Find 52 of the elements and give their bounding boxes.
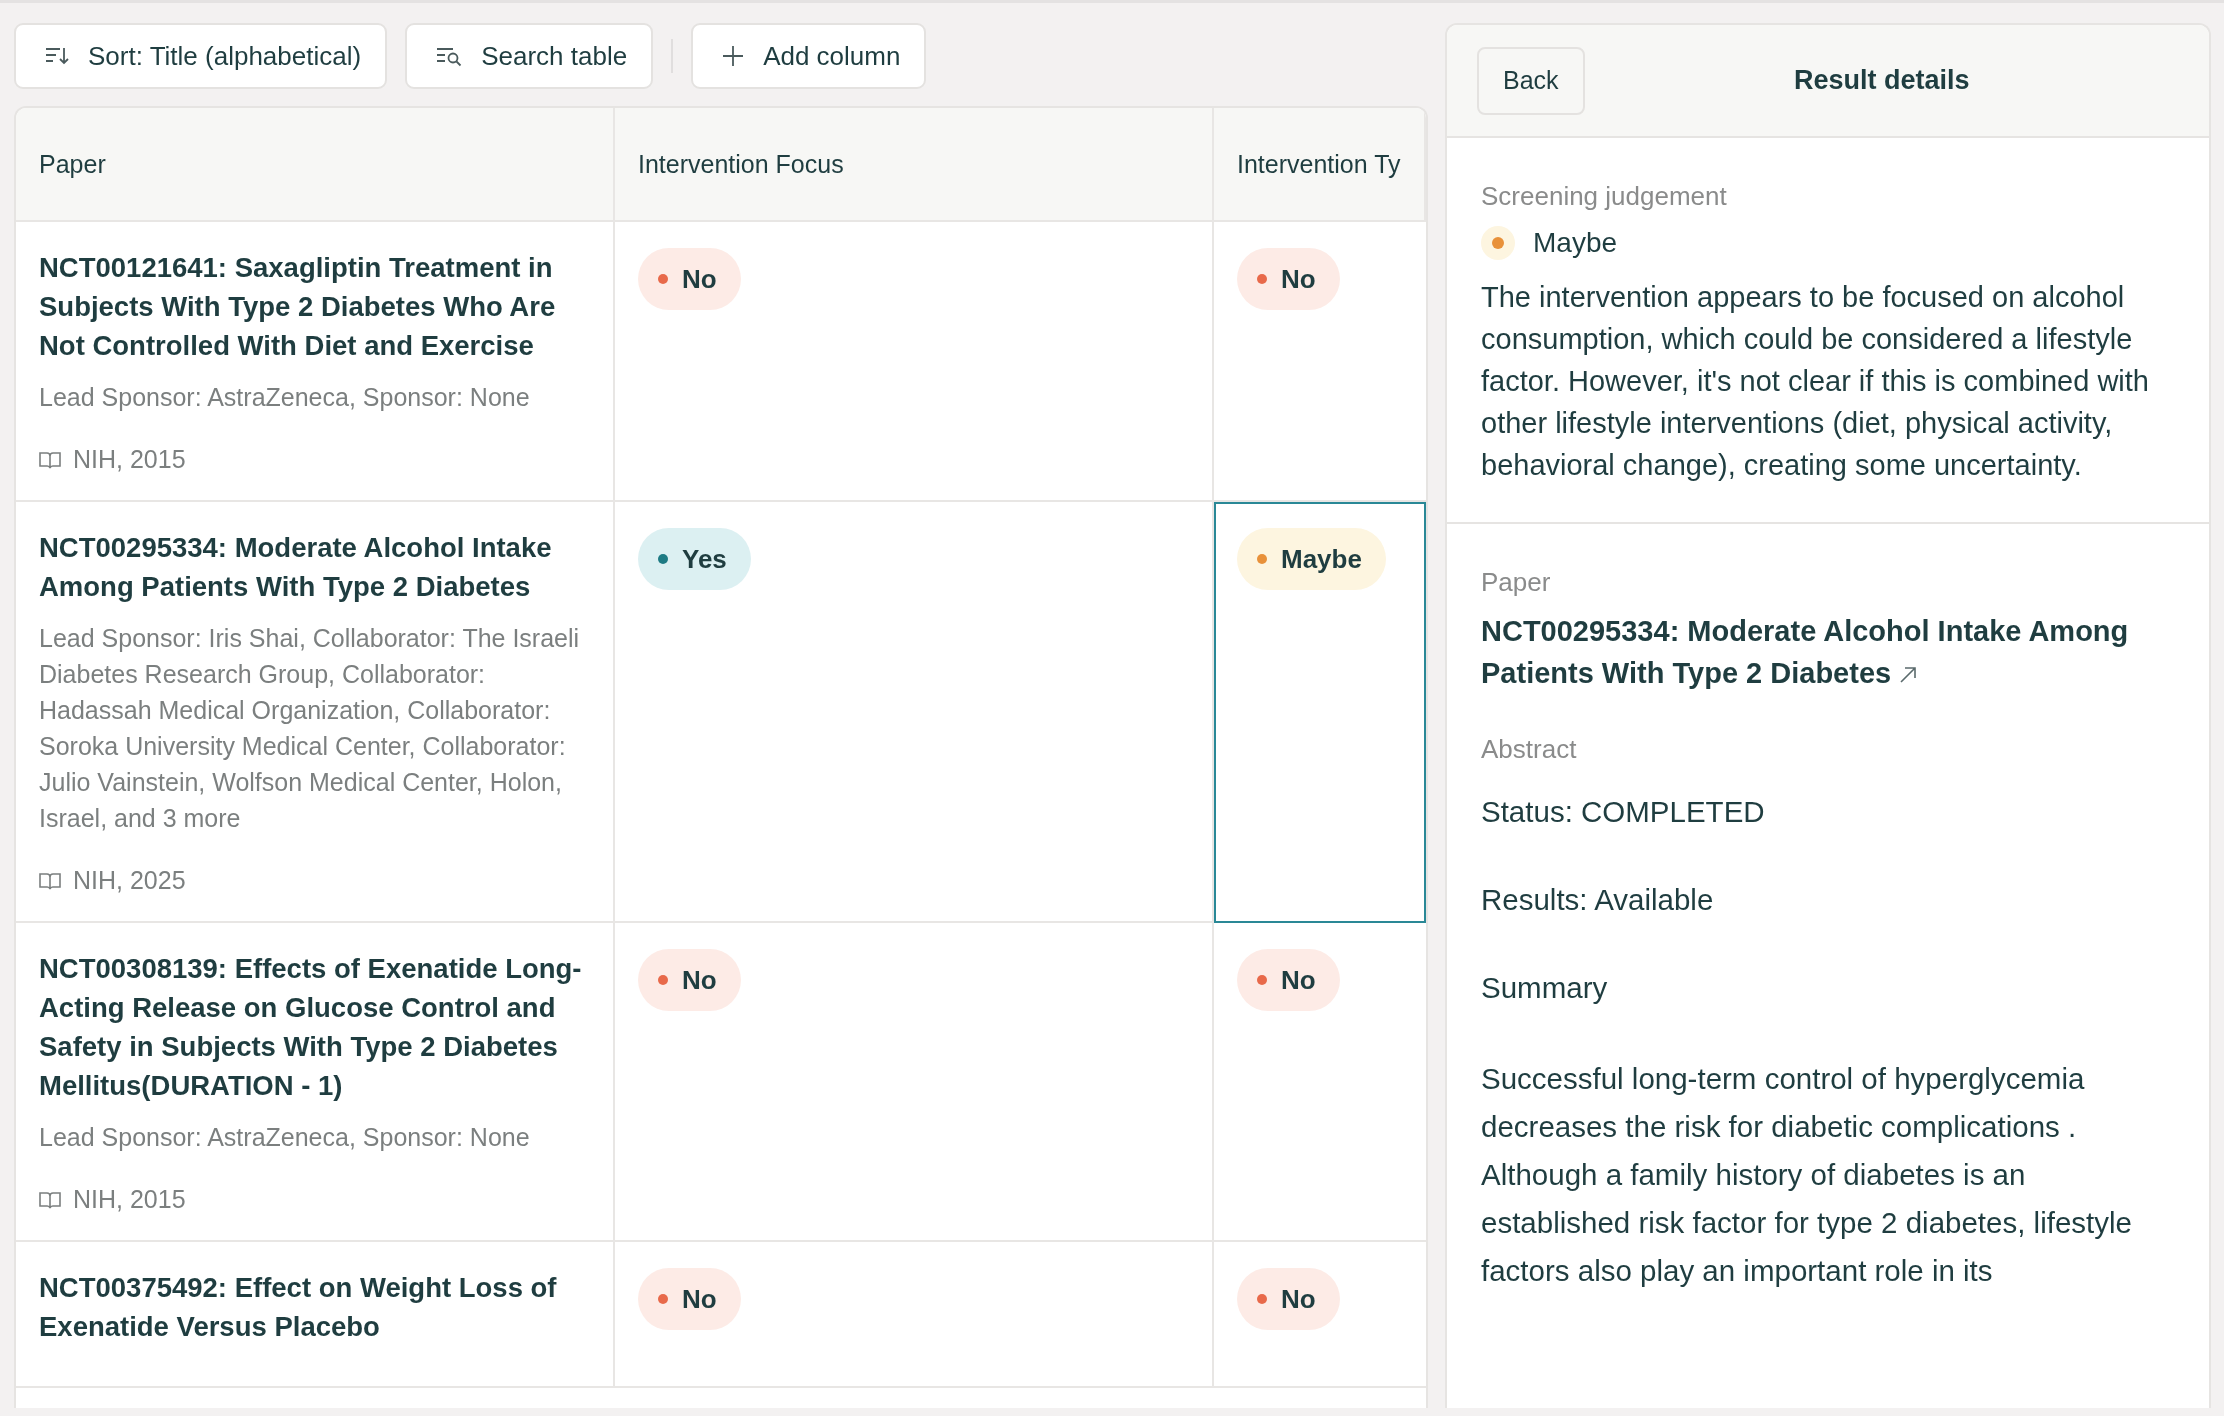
table-cell[interactable]: No — [1214, 222, 1426, 502]
status-dot-icon — [1481, 226, 1515, 260]
status-badge: No — [638, 248, 741, 310]
plus-icon — [721, 44, 746, 68]
column-header[interactable]: Paper — [16, 108, 615, 222]
sponsor-text: Lead Sponsor: AstraZeneca, Sponsor: None — [39, 1122, 530, 1153]
abstract-text: Status: COMPLETED — [1481, 794, 1765, 830]
judgement-label: Maybe — [1533, 227, 1618, 259]
status-badge: No — [1237, 248, 1340, 310]
table-cell[interactable]: No — [1214, 1242, 1426, 1388]
search-button[interactable]: Search table — [405, 23, 654, 89]
paper-title[interactable]: NCT00121641: Saxagliptin Treatment in Subjects With Type 2 Diabetes Who Are Not Controlled With Diet and Exercise — [39, 248, 591, 365]
sort-button[interactable]: Sort: Title (alphabetical) — [14, 23, 388, 89]
panel-title: Result details — [1793, 65, 1971, 96]
sort-icon — [44, 45, 70, 67]
sponsor-text: Lead Sponsor: Iris Shai, Collaborator: The Israeli Diabetes Research Group, Collaborator: Hadassah Medical Organization, Collaborator: Soroka University Medical Center, Collaborator: Julio Vainstein, Wolfson Medical Center, Holon, Israel, and 3 more — [39, 623, 581, 834]
paper-title[interactable]: NCT00308139: Effects of Exenatide Long-Acting Release on Glucose Control and Safety in Subjects With Type 2 Diabetes Mellitus(DURATION - 1) — [39, 949, 591, 1105]
source-text: NIH, 2025 — [73, 866, 186, 895]
reasoning-text: The intervention appears to be focused on alcohol consumption, which could be considered a lifestyle factor. However, it's not clear if this is combined with other lifestyle interventions (diet, physical activity, behavioral change), creating some uncertainty. — [1481, 280, 2150, 483]
source-text: NIH, 2015 — [73, 445, 186, 474]
table-cell[interactable]: No — [1214, 923, 1426, 1242]
status-badge: Maybe — [1237, 528, 1386, 590]
status-badge: No — [638, 1268, 741, 1330]
table-cell[interactable]: No — [615, 1242, 1214, 1388]
abstract-text: Summary — [1481, 970, 1608, 1006]
sponsor-text: Lead Sponsor: AstraZeneca, Sponsor: None — [39, 382, 530, 413]
column-header[interactable]: Intervention Focus — [615, 108, 1214, 222]
back-button[interactable]: Back — [1477, 46, 1585, 115]
search-icon — [435, 45, 464, 67]
paper-link[interactable]: NCT00295334: Moderate Alcohol Intake Among Patients With Type 2 Diabetes — [1481, 610, 2175, 694]
table-cell[interactable]: Yes — [615, 502, 1214, 923]
section-label: Screening judgement — [1481, 181, 1727, 212]
table-cell[interactable]: No — [615, 923, 1214, 1242]
paper-title[interactable]: NCT00295334: Moderate Alcohol Intake Among Patients With Type 2 Diabetes — [39, 528, 591, 606]
section-label: Paper — [1481, 567, 1551, 598]
book-icon — [39, 871, 61, 890]
status-badge: No — [1237, 1268, 1340, 1330]
book-icon — [39, 1190, 61, 1209]
status-badge: Yes — [638, 528, 751, 590]
add-button[interactable]: Add column — [691, 23, 927, 89]
table-cell[interactable]: Maybe — [1214, 502, 1426, 923]
table-cell[interactable]: No — [615, 222, 1214, 502]
section-label: Abstract — [1481, 734, 1577, 765]
status-badge: No — [1237, 949, 1340, 1011]
column-header[interactable]: Intervention Ty — [1214, 108, 1426, 222]
abstract-text: Successful long-term control of hyperglycemia decreases the risk for diabetic complications . Although a family history of diabetes is an established risk factor for type 2 diabetes, lifestyle factors also play an important role in its — [1481, 1061, 2133, 1289]
abstract-text: Results: Available — [1481, 882, 1714, 918]
book-icon — [39, 450, 61, 469]
paper-title[interactable]: NCT00375492: Effect on Weight Loss of Exenatide Versus Placebo — [39, 1268, 591, 1346]
status-badge: No — [638, 949, 741, 1011]
source-text: NIH, 2015 — [73, 1185, 186, 1214]
external-link-icon — [1899, 666, 1918, 684]
